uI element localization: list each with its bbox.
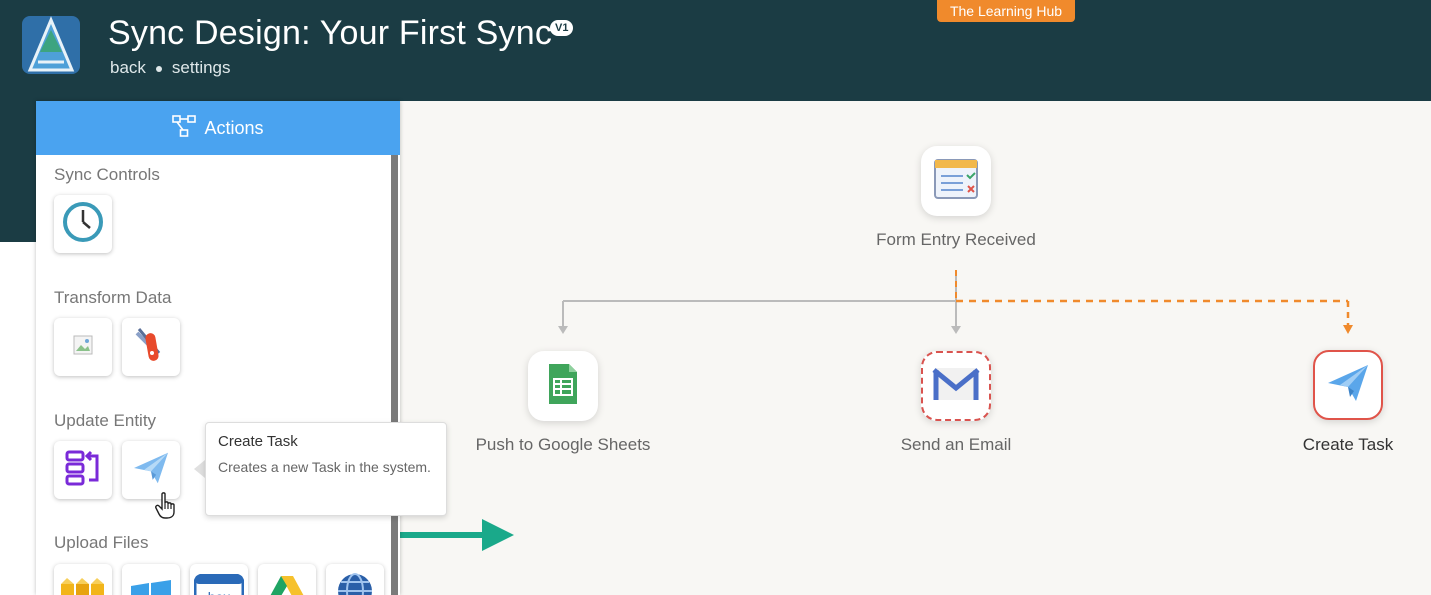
- amazon-s3-icon: [59, 576, 107, 595]
- section-sync-controls: Sync Controls: [54, 165, 160, 184]
- tile-box[interactable]: box: [190, 564, 248, 595]
- globe-icon: [335, 571, 375, 595]
- sheets-label: Push to Google Sheets: [475, 435, 651, 454]
- tile-google-drive[interactable]: [258, 564, 316, 595]
- tile-amazon-s3[interactable]: [54, 564, 112, 595]
- panel-scrollbar[interactable]: [391, 155, 398, 595]
- tile-web[interactable]: [326, 564, 384, 595]
- tile-transform[interactable]: [54, 318, 112, 376]
- section-transform-data: Transform Data: [54, 288, 172, 307]
- actions-panel: Actions Sync Controls Transform Data Upd…: [36, 101, 400, 595]
- email-node[interactable]: [921, 351, 991, 421]
- email-label: Send an Email: [900, 435, 1012, 454]
- section-update-entity: Update Entity: [54, 411, 157, 430]
- actions-panel-header[interactable]: Actions: [36, 101, 400, 155]
- google-drive-icon: [267, 574, 307, 595]
- swiss-knife-icon: [129, 323, 173, 372]
- create-task-tooltip: Create Task Creates a new Task in the sy…: [205, 422, 447, 516]
- trigger-label: Form Entry Received: [876, 230, 1036, 249]
- gmail-icon: [932, 366, 980, 407]
- paper-plane-icon: [1326, 363, 1370, 408]
- tooltip-arrow: [194, 460, 205, 478]
- tile-formatter[interactable]: [122, 318, 180, 376]
- svg-text:box: box: [208, 589, 231, 595]
- hand-pointer-icon: [155, 492, 177, 525]
- actions-title: Actions: [204, 117, 264, 138]
- paper-plane-icon: [132, 451, 170, 490]
- tile-delay[interactable]: [54, 195, 112, 253]
- tooltip-description: Creates a new Task in the system.: [218, 459, 431, 475]
- tile-update-entity[interactable]: [54, 441, 112, 499]
- windows-azure-icon: [129, 576, 173, 595]
- form-icon: [934, 158, 978, 204]
- share-nodes-icon: [172, 114, 197, 142]
- tile-create-task[interactable]: [122, 441, 180, 499]
- box-icon: box: [193, 573, 245, 595]
- sheets-node[interactable]: [528, 351, 598, 421]
- task-label: Create Task: [1302, 435, 1394, 454]
- tile-azure[interactable]: [122, 564, 180, 595]
- workflow-icon: [63, 448, 103, 493]
- broken-image-icon: [73, 335, 93, 360]
- section-upload-files: Upload Files: [54, 533, 149, 552]
- task-node[interactable]: [1313, 350, 1383, 420]
- clock-icon: [62, 201, 104, 248]
- google-sheets-icon: [547, 362, 579, 411]
- tooltip-title: Create Task: [218, 433, 298, 450]
- trigger-node[interactable]: [921, 146, 991, 216]
